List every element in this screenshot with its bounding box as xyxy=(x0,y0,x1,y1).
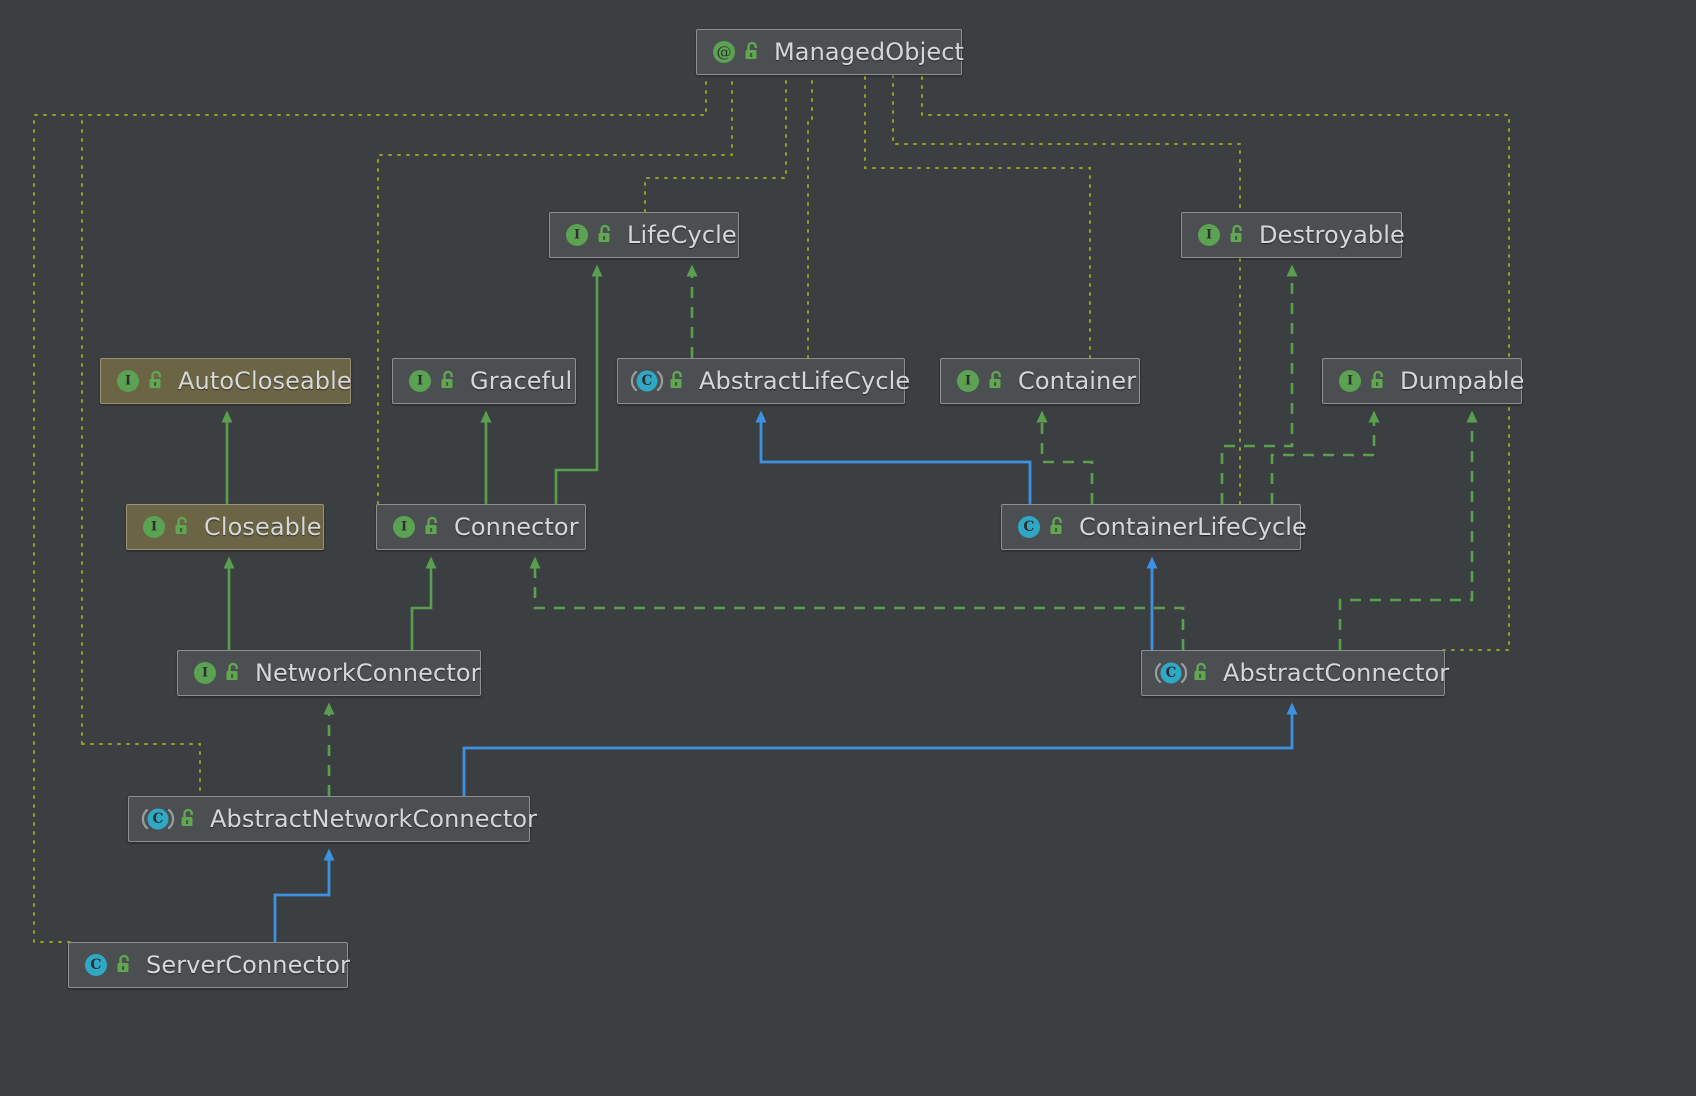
unlocked-padlock-icon xyxy=(224,662,244,684)
svg-text:C: C xyxy=(1023,519,1034,535)
edge-abstractlifecycle-managedobject xyxy=(807,75,813,359)
edge-containerlifecycle-managedobject xyxy=(892,75,1241,505)
unlocked-padlock-icon xyxy=(115,954,135,976)
unlocked-padlock-icon xyxy=(423,516,443,538)
edge-serverconnector-rail-lower xyxy=(81,743,201,803)
class-icon: C xyxy=(1014,512,1044,542)
edge-networkconnector-connector xyxy=(410,556,437,650)
class-node-serverconnector[interactable]: C ServerConnector xyxy=(68,942,350,988)
unlocked-padlock-icon xyxy=(179,808,199,830)
svg-text:I: I xyxy=(125,374,131,389)
unlocked-padlock-icon xyxy=(596,224,616,246)
class-node-label: Destroyable xyxy=(1259,221,1405,249)
interface-icon: I xyxy=(389,512,419,542)
class-node-abstractlifecycle[interactable]: C AbstractLifeCycle xyxy=(617,358,910,404)
svg-text:C: C xyxy=(153,811,164,827)
edge-containerlifecycle-container xyxy=(1036,410,1094,504)
class-node-closeable[interactable]: I Closeable xyxy=(126,504,324,550)
class-node-connector[interactable]: I Connector xyxy=(376,504,586,550)
edge-container-managedobject xyxy=(864,75,1091,359)
abstract-class-icon: C xyxy=(141,804,175,834)
interface-icon: I xyxy=(139,512,169,542)
class-node-label: AbstractNetworkConnector xyxy=(210,805,538,833)
abstract-class-icon: C xyxy=(630,366,664,396)
class-node-label: Container xyxy=(1018,367,1137,395)
svg-text:C: C xyxy=(1166,665,1177,681)
class-node-label: ManagedObject xyxy=(774,38,965,66)
class-node-destroyable[interactable]: I Destroyable xyxy=(1181,212,1405,258)
interface-icon: I xyxy=(190,658,220,688)
class-node-label: AbstractConnector xyxy=(1223,659,1450,687)
interface-icon: I xyxy=(113,366,143,396)
svg-text:I: I xyxy=(1347,374,1353,389)
class-diagram-canvas[interactable]: @ ManagedObject I LifeCycle I Destroyable I Aut… xyxy=(0,0,1696,1096)
svg-text:@: @ xyxy=(717,43,732,61)
at-annotation-icon: @ xyxy=(709,37,739,67)
svg-text:I: I xyxy=(401,520,407,535)
interface-icon: I xyxy=(405,366,435,396)
interface-icon: I xyxy=(1335,366,1365,396)
class-node-label: Connector xyxy=(454,513,579,541)
svg-text:I: I xyxy=(202,666,208,681)
edge-serverconnector-abstractnetworkconnector xyxy=(273,848,335,942)
edge-abstractconnector-connector xyxy=(529,556,1185,650)
class-node-label: AbstractLifeCycle xyxy=(699,367,911,395)
interface-icon: I xyxy=(562,220,592,250)
class-node-label: ServerConnector xyxy=(146,951,350,979)
class-node-dumpable[interactable]: I Dumpable xyxy=(1322,358,1525,404)
edge-connector-managedobject xyxy=(377,75,733,505)
class-node-label: Graceful xyxy=(470,367,573,395)
class-node-managedobject[interactable]: @ ManagedObject xyxy=(696,29,965,75)
class-icon: C xyxy=(81,950,111,980)
class-node-label: ContainerLifeCycle xyxy=(1079,513,1307,541)
class-node-label: AutoCloseable xyxy=(178,367,352,395)
unlocked-padlock-icon xyxy=(1228,224,1248,246)
class-node-label: Closeable xyxy=(204,513,322,541)
class-node-label: LifeCycle xyxy=(627,221,737,249)
unlocked-padlock-icon xyxy=(743,41,763,63)
svg-text:C: C xyxy=(90,957,101,973)
svg-text:C: C xyxy=(642,373,653,389)
edge-group-interface-extends xyxy=(221,264,603,650)
interface-icon: I xyxy=(1194,220,1224,250)
class-node-abstractnetworkconnector[interactable]: C AbstractNetworkConnector xyxy=(128,796,537,842)
svg-text:I: I xyxy=(417,374,423,389)
abstract-class-icon: C xyxy=(1154,658,1188,688)
unlocked-padlock-icon xyxy=(439,370,459,392)
class-node-label: NetworkConnector xyxy=(255,659,481,687)
class-node-graceful[interactable]: I Graceful xyxy=(392,358,576,404)
class-node-label: Dumpable xyxy=(1400,367,1525,395)
svg-text:I: I xyxy=(574,228,580,243)
class-node-containerlifecycle[interactable]: C ContainerLifeCycle xyxy=(1001,504,1307,550)
unlocked-padlock-icon xyxy=(1048,516,1068,538)
interface-icon: I xyxy=(953,366,983,396)
class-node-container[interactable]: I Container xyxy=(940,358,1140,404)
class-node-autocloseable[interactable]: I AutoCloseable xyxy=(100,358,352,404)
svg-text:I: I xyxy=(965,374,971,389)
edge-abstractnetworkconnector-abstractconnector xyxy=(462,702,1298,796)
edge-lifecycle-managedobject xyxy=(644,75,787,213)
unlocked-padlock-icon xyxy=(1192,662,1212,684)
unlocked-padlock-icon xyxy=(668,370,688,392)
edge-abstractconnector-dumpable xyxy=(1338,410,1478,650)
unlocked-padlock-icon xyxy=(987,370,1007,392)
unlocked-padlock-icon xyxy=(173,516,193,538)
svg-text:I: I xyxy=(151,520,157,535)
unlocked-padlock-icon xyxy=(147,370,167,392)
class-node-abstractconnector[interactable]: C AbstractConnector xyxy=(1141,650,1449,696)
edge-containerlifecycle-abstractlifecycle xyxy=(755,410,1032,504)
unlocked-padlock-icon xyxy=(1369,370,1389,392)
class-node-lifecycle[interactable]: I LifeCycle xyxy=(549,212,739,258)
svg-text:I: I xyxy=(1206,228,1212,243)
edge-containerlifecycle-destroyable xyxy=(1220,264,1298,504)
edge-containerlifecycle-dumpable xyxy=(1270,410,1380,504)
class-node-networkconnector[interactable]: I NetworkConnector xyxy=(177,650,481,696)
